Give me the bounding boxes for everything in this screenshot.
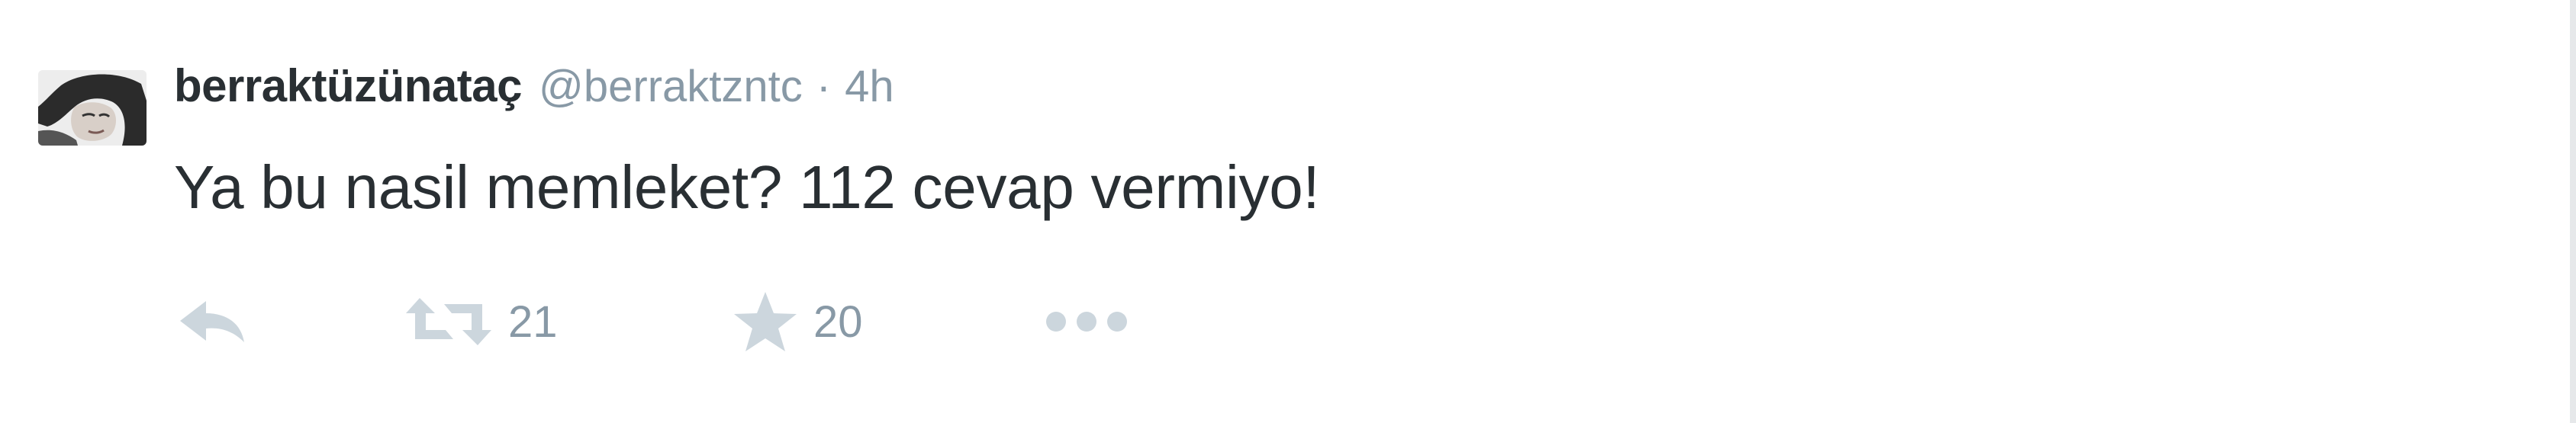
avatar-image [38,70,147,146]
separator-dot: · [816,62,832,111]
user-fullname[interactable]: berraktüzünataç [174,59,522,112]
more-dots-icon [1046,312,1127,332]
reply-button[interactable] [174,284,250,360]
tweet-text: Ya bu nasil memleket? 112 cevap vermiyo! [174,153,1320,221]
more-button[interactable] [1044,284,1129,360]
tweet-actions: 21 20 [174,284,1166,360]
star-icon [734,292,797,351]
tweet-screenshot: berraktüzünataç @berraktzntc · 4h Ya bu … [0,0,2576,423]
user-screen-name[interactable]: @berraktzntc [539,61,803,112]
scrollbar-edge [2570,0,2576,423]
tweet-header: berraktüzünataç @berraktzntc · 4h [174,59,894,128]
retweet-icon [406,298,491,345]
favorite-count: 20 [813,296,863,347]
tweet-timestamp[interactable]: 4h [845,61,894,112]
reply-icon [180,301,244,342]
tweet[interactable]: berraktüzünataç @berraktzntc · 4h Ya bu … [0,0,2564,423]
favorite-button[interactable]: 20 [731,284,863,360]
retweet-count: 21 [508,296,558,347]
avatar[interactable] [38,70,147,146]
retweet-button[interactable]: 21 [403,284,558,360]
